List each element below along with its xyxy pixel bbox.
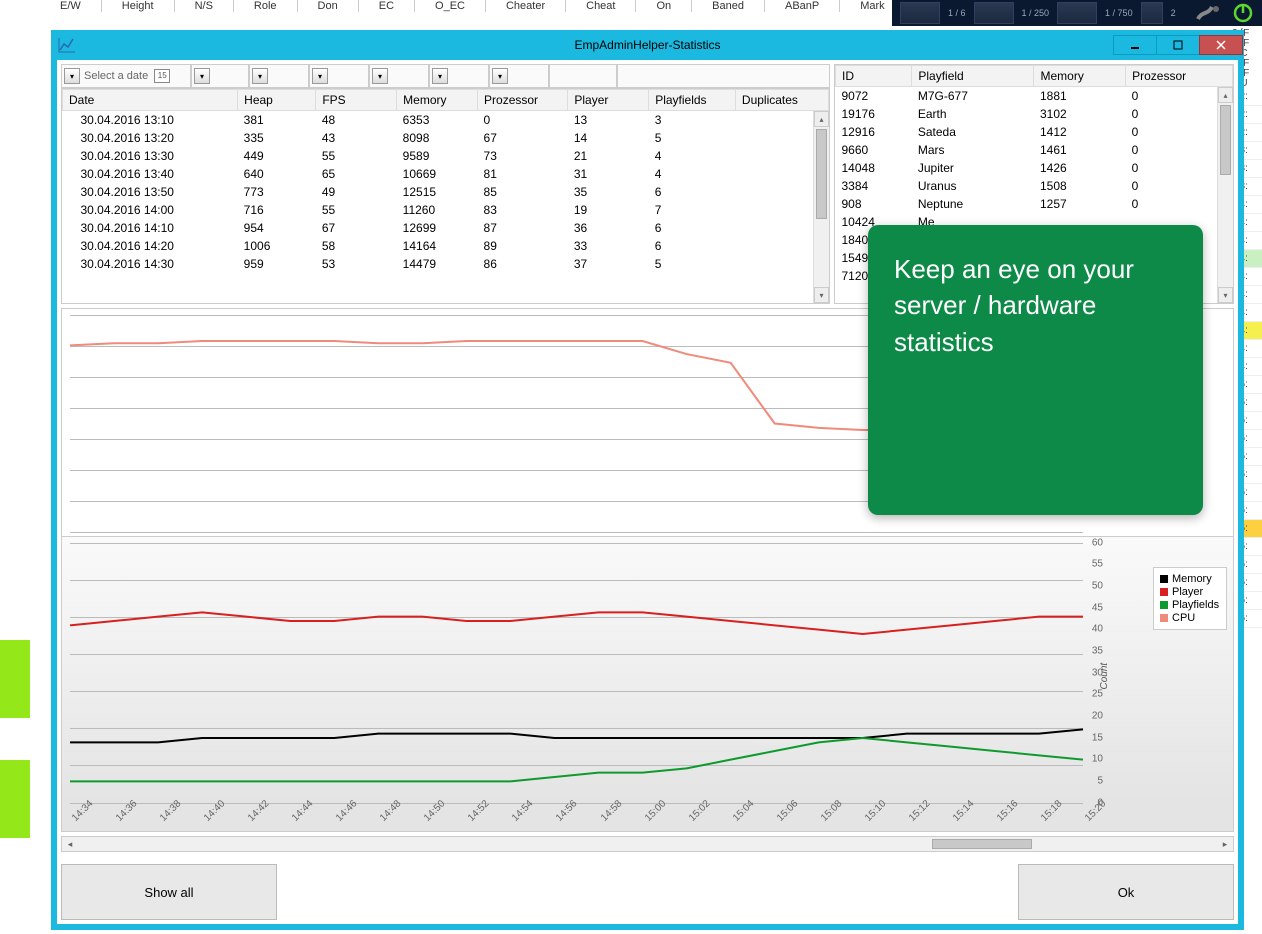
column-header[interactable]: Prozessor bbox=[478, 90, 568, 111]
scroll-up-icon[interactable]: ▴ bbox=[814, 111, 829, 127]
table-row[interactable]: 9072M7G-67718810 bbox=[836, 87, 1233, 106]
dropdown-button[interactable]: ▾ bbox=[194, 68, 210, 84]
column-header[interactable]: ID bbox=[836, 66, 912, 87]
date-placeholder: Select a date bbox=[84, 70, 148, 82]
chart-icon bbox=[58, 36, 76, 54]
column-header[interactable]: Date bbox=[63, 90, 238, 111]
table-row[interactable]: 30.04.2016 14:00716551126083197 bbox=[63, 201, 829, 219]
column-header[interactable]: Playfield bbox=[912, 66, 1034, 87]
column-header[interactable]: Memory bbox=[397, 90, 478, 111]
bg-accent bbox=[0, 760, 30, 838]
scroll-thumb[interactable] bbox=[932, 839, 1032, 849]
dropdown-button[interactable]: ▾ bbox=[312, 68, 328, 84]
dropdown-button[interactable]: ▾ bbox=[252, 68, 268, 84]
table-row[interactable]: 19176Earth31020 bbox=[836, 105, 1233, 123]
column-header[interactable]: Heap bbox=[238, 90, 316, 111]
ok-button[interactable]: Ok bbox=[1018, 864, 1234, 920]
table-row[interactable]: 3384Uranus15080 bbox=[836, 177, 1233, 195]
table-row[interactable]: 30.04.2016 14:10954671269987366 bbox=[63, 219, 829, 237]
column-header[interactable]: FPS bbox=[316, 90, 397, 111]
scroll-thumb[interactable] bbox=[1220, 105, 1231, 175]
scrollbar-vertical[interactable]: ▴ ▾ bbox=[1217, 87, 1233, 303]
count-chart: Count MemoryPlayerPlayfieldsCPU 05101520… bbox=[62, 536, 1233, 831]
bg-toolbar: 1 / 6 1 / 250 1 / 750 2 bbox=[892, 0, 1262, 26]
table-row[interactable]: 14048Jupiter14260 bbox=[836, 159, 1233, 177]
scroll-down-icon[interactable]: ▾ bbox=[814, 287, 829, 303]
titlebar[interactable]: EmpAdminHelper-Statistics bbox=[52, 31, 1243, 59]
maximize-button[interactable] bbox=[1156, 35, 1200, 55]
scrollbar-vertical[interactable]: ▴ ▾ bbox=[813, 111, 829, 303]
scroll-thumb[interactable] bbox=[816, 129, 827, 219]
table-row[interactable]: 30.04.2016 14:201006581416489336 bbox=[63, 237, 829, 255]
column-header[interactable]: Player bbox=[568, 90, 649, 111]
column-header[interactable]: Duplicates bbox=[735, 90, 828, 111]
table-row[interactable]: 30.04.2016 13:3044955958973214 bbox=[63, 147, 829, 165]
show-all-button[interactable]: Show all bbox=[61, 864, 277, 920]
table-row[interactable]: 30.04.2016 13:40640651066981314 bbox=[63, 165, 829, 183]
calendar-icon[interactable]: 15 bbox=[154, 69, 170, 83]
minimize-button[interactable] bbox=[1113, 35, 1157, 55]
info-tooltip: Keep an eye on your server / hardware st… bbox=[868, 225, 1203, 515]
dropdown-button[interactable]: ▾ bbox=[372, 68, 388, 84]
table-row[interactable]: 9660Mars14610 bbox=[836, 141, 1233, 159]
scrollbar-horizontal[interactable]: ◂ ▸ bbox=[61, 836, 1234, 852]
column-header[interactable]: Playfields bbox=[649, 90, 736, 111]
table-row[interactable]: 12916Sateda14120 bbox=[836, 123, 1233, 141]
column-header[interactable]: Memory bbox=[1034, 66, 1126, 87]
close-button[interactable] bbox=[1199, 35, 1243, 55]
scroll-down-icon[interactable]: ▾ bbox=[1218, 287, 1233, 303]
dropdown-button[interactable]: ▾ bbox=[492, 68, 508, 84]
dropdown-button[interactable]: ▾ bbox=[64, 68, 80, 84]
table-row[interactable]: 30.04.2016 13:103814863530133 bbox=[63, 111, 829, 130]
window-title: EmpAdminHelper-Statistics bbox=[52, 38, 1243, 52]
scroll-right-icon[interactable]: ▸ bbox=[1217, 839, 1233, 850]
scroll-up-icon[interactable]: ▴ bbox=[1218, 87, 1233, 103]
bg-accent bbox=[0, 640, 30, 718]
dropdown-button[interactable]: ▾ bbox=[432, 68, 448, 84]
power-icon bbox=[1232, 2, 1254, 24]
table-row[interactable]: 908Neptune12570 bbox=[836, 195, 1233, 213]
table-row[interactable]: 30.04.2016 13:2033543809867145 bbox=[63, 129, 829, 147]
stats-table[interactable]: DateHeapFPSMemoryProzessorPlayerPlayfiel… bbox=[61, 88, 830, 304]
table-row[interactable]: 30.04.2016 14:30959531447986375 bbox=[63, 255, 829, 273]
table-row[interactable]: 30.04.2016 13:50773491251585356 bbox=[63, 183, 829, 201]
column-header[interactable]: Prozessor bbox=[1126, 66, 1233, 87]
scroll-left-icon[interactable]: ◂ bbox=[62, 839, 78, 850]
filter-row: ▾ Select a date 15 ▾ ▾ ▾ ▾ ▾ ▾ bbox=[61, 64, 830, 88]
